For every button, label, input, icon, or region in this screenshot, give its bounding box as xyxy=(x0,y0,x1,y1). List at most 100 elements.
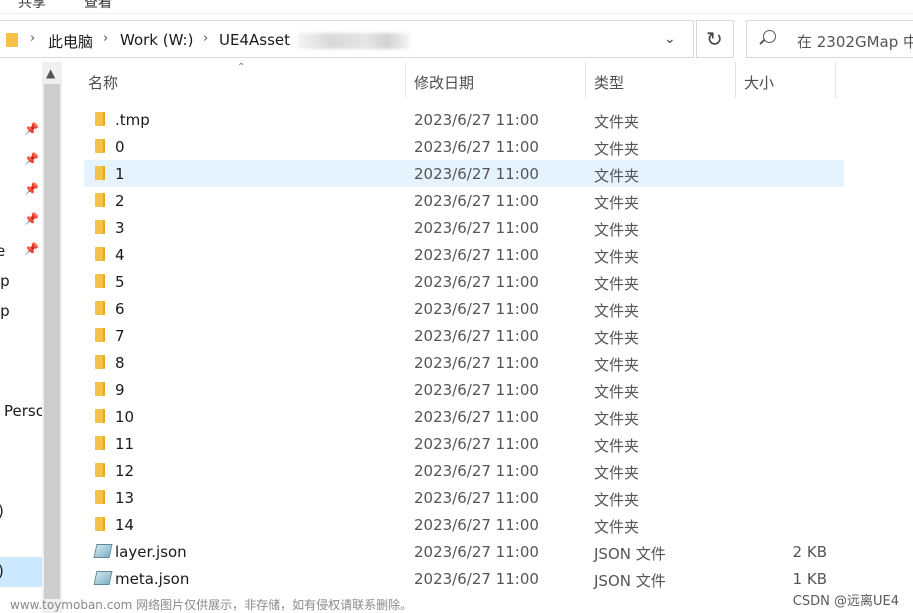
file-date: 2023/6/27 11:00 xyxy=(414,192,539,210)
sort-ascending-icon: ⌃ xyxy=(237,62,246,73)
file-row[interactable]: layer.json 2023/6/27 11:00 JSON 文件 2 KB xyxy=(84,538,844,565)
column-header-label: 大小 xyxy=(744,74,775,92)
file-name: .tmp xyxy=(115,111,150,129)
scroll-up-icon[interactable]: ▲ xyxy=(46,66,55,80)
refresh-button[interactable]: ↻ xyxy=(696,20,734,58)
file-row[interactable]: 11 2023/6/27 11:00 文件夹 xyxy=(84,430,844,457)
file-row[interactable]: 14 2023/6/27 11:00 文件夹 xyxy=(84,511,844,538)
pin-icon[interactable]: 📌 xyxy=(24,122,39,136)
folder-icon xyxy=(95,328,105,342)
blurred-breadcrumb xyxy=(298,33,410,49)
file-date: 2023/6/27 11:00 xyxy=(414,300,539,318)
folder-icon xyxy=(95,382,105,396)
chevron-right-icon[interactable]: › xyxy=(103,31,108,46)
column-header-size[interactable]: 大小 xyxy=(738,62,836,98)
chevron-right-icon[interactable]: › xyxy=(30,31,35,46)
file-type: 文件夹 xyxy=(594,491,640,509)
file-size: 1 KB xyxy=(792,570,827,588)
file-row[interactable]: 4 2023/6/27 11:00 文件夹 xyxy=(84,241,844,268)
folder-icon xyxy=(95,517,105,531)
pin-icon[interactable]: 📌 xyxy=(24,182,39,196)
nav-item-selected[interactable] xyxy=(0,557,42,587)
ribbon-tab-view[interactable]: 查看 xyxy=(84,0,112,12)
breadcrumb-this-pc[interactable]: 此电脑 xyxy=(48,31,93,52)
file-name: 11 xyxy=(115,435,135,453)
pin-icon[interactable]: 📌 xyxy=(24,152,39,166)
file-row[interactable]: 1 2023/6/27 11:00 文件夹 xyxy=(84,160,844,187)
file-list: .tmp 2023/6/27 11:00 文件夹 0 2023/6/27 11:00 文件… xyxy=(84,106,844,592)
folder-icon xyxy=(95,301,105,315)
file-name: 0 xyxy=(115,138,125,156)
file-type: 文件夹 xyxy=(594,356,640,374)
folder-icon xyxy=(6,33,18,47)
breadcrumb-work-drive[interactable]: Work (W:) xyxy=(120,31,193,49)
file-row[interactable]: meta.json 2023/6/27 11:00 JSON 文件 1 KB xyxy=(84,565,844,592)
chevron-right-icon[interactable]: › xyxy=(203,31,208,46)
search-placeholder: 在 2302GMap 中 xyxy=(797,33,913,51)
file-date: 2023/6/27 11:00 xyxy=(414,408,539,426)
scrollbar-thumb[interactable] xyxy=(44,84,60,599)
folder-icon xyxy=(95,166,105,180)
file-type: 文件夹 xyxy=(594,410,640,428)
file-type: 文件夹 xyxy=(594,275,640,293)
file-row[interactable]: 9 2023/6/27 11:00 文件夹 xyxy=(84,376,844,403)
address-bar[interactable]: › 此电脑 › Work (W:) › UE4Asset ⌄ xyxy=(0,20,694,58)
file-name: 5 xyxy=(115,273,125,291)
nav-item[interactable]: ) xyxy=(0,502,4,520)
file-row[interactable]: 7 2023/6/27 11:00 文件夹 xyxy=(84,322,844,349)
search-box[interactable]: 在 2302GMap 中 xyxy=(746,20,913,58)
ribbon-tab-share[interactable]: 共享 xyxy=(18,0,46,12)
json-file-icon xyxy=(93,544,113,558)
json-file-icon xyxy=(93,571,113,585)
file-name: 7 xyxy=(115,327,125,345)
nav-item[interactable]: e xyxy=(0,242,5,260)
file-row[interactable]: 0 2023/6/27 11:00 文件夹 xyxy=(84,133,844,160)
file-name: 6 xyxy=(115,300,125,318)
nav-item[interactable]: ) xyxy=(0,562,4,580)
file-name: 1 xyxy=(115,165,125,183)
file-row[interactable]: .tmp 2023/6/27 11:00 文件夹 xyxy=(84,106,844,133)
file-date: 2023/6/27 11:00 xyxy=(414,516,539,534)
folder-icon xyxy=(95,436,105,450)
folder-icon xyxy=(95,112,105,126)
nav-scrollbar[interactable]: ▲ xyxy=(42,62,62,613)
folder-icon xyxy=(95,274,105,288)
file-name: layer.json xyxy=(115,543,187,561)
folder-icon xyxy=(95,220,105,234)
file-row[interactable]: 10 2023/6/27 11:00 文件夹 xyxy=(84,403,844,430)
folder-icon xyxy=(95,274,105,288)
file-name: 12 xyxy=(115,462,135,480)
file-date: 2023/6/27 11:00 xyxy=(414,354,539,372)
file-date: 2023/6/27 11:00 xyxy=(414,138,539,156)
file-row[interactable]: 2 2023/6/27 11:00 文件夹 xyxy=(84,187,844,214)
file-size: 2 KB xyxy=(792,543,827,561)
folder-icon xyxy=(95,517,105,531)
file-type: 文件夹 xyxy=(594,221,640,239)
file-type: 文件夹 xyxy=(594,140,640,158)
chevron-down-icon[interactable]: ⌄ xyxy=(664,31,676,47)
nav-item[interactable]: ıp xyxy=(0,302,10,320)
file-name: 13 xyxy=(115,489,135,507)
file-row[interactable]: 5 2023/6/27 11:00 文件夹 xyxy=(84,268,844,295)
pin-icon[interactable]: 📌 xyxy=(24,242,39,256)
column-header-date[interactable]: 修改日期 xyxy=(408,62,586,98)
folder-icon xyxy=(95,301,105,315)
file-row[interactable]: 12 2023/6/27 11:00 文件夹 xyxy=(84,457,844,484)
column-header-label: 修改日期 xyxy=(414,74,475,92)
folder-icon xyxy=(95,193,105,207)
file-row[interactable]: 6 2023/6/27 11:00 文件夹 xyxy=(84,295,844,322)
nav-item[interactable]: ıp xyxy=(0,272,10,290)
watermark-author: CSDN @远离UE4 xyxy=(792,594,899,609)
file-row[interactable]: 13 2023/6/27 11:00 文件夹 xyxy=(84,484,844,511)
json-file-icon xyxy=(93,571,113,585)
file-date: 2023/6/27 11:00 xyxy=(414,273,539,291)
breadcrumb-ue4asset[interactable]: UE4Asset xyxy=(219,31,290,49)
pin-icon[interactable]: 📌 xyxy=(24,212,39,226)
column-header-type[interactable]: 类型 xyxy=(588,62,736,98)
file-row[interactable]: 3 2023/6/27 11:00 文件夹 xyxy=(84,214,844,241)
file-date: 2023/6/27 11:00 xyxy=(414,489,539,507)
file-name: 9 xyxy=(115,381,125,399)
file-date: 2023/6/27 11:00 xyxy=(414,111,539,129)
file-row[interactable]: 8 2023/6/27 11:00 文件夹 xyxy=(84,349,844,376)
nav-item[interactable]: Persc xyxy=(4,402,42,420)
